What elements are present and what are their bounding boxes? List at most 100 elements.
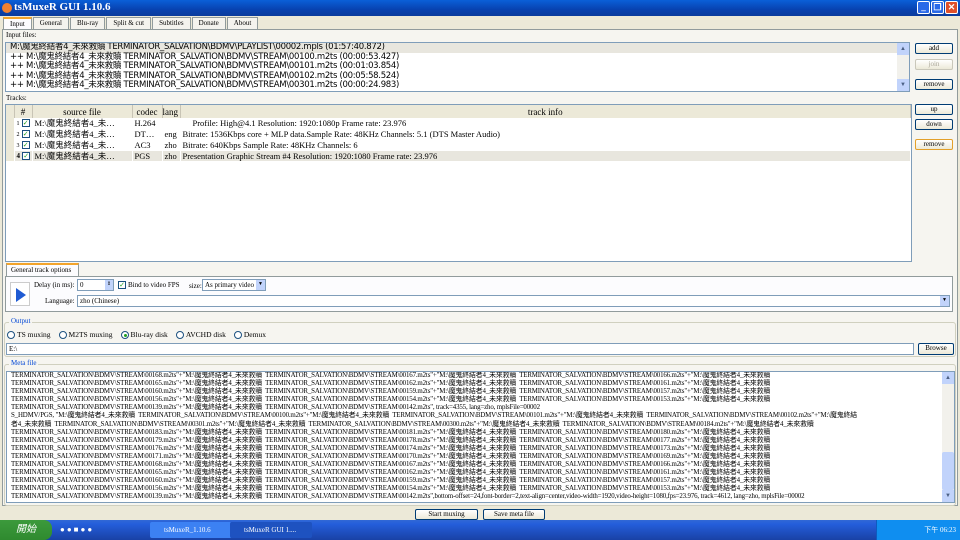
quick-launch-icons[interactable]: ●●■●●: [60, 525, 94, 534]
taskbar: 開始 ●●■●● tsMuxeR_1.10.6 tsMuxeR GUI 1...…: [0, 520, 960, 540]
scroll-thumb[interactable]: [942, 452, 954, 490]
meta-file-textarea[interactable]: TERMINATOR_SALVATION\BDMV\STREAM\00168.m…: [6, 371, 955, 503]
play-icon: [10, 282, 30, 306]
bind-fps-checkbox[interactable]: ✓: [118, 281, 126, 289]
track-number: 3: [16, 143, 20, 149]
track-checkbox[interactable]: ✓: [21, 119, 30, 127]
remove-track-button[interactable]: remove: [915, 139, 953, 150]
tracks-table[interactable]: # source file codec lang track info 1 ✓ M…: [5, 104, 912, 262]
close-button[interactable]: ✕: [945, 1, 958, 14]
minimize-button[interactable]: _: [917, 1, 930, 14]
track-checkbox[interactable]: ✓: [22, 152, 31, 160]
track-codec: DT…: [132, 129, 163, 140]
track-codec: H.264: [132, 118, 163, 129]
col-number[interactable]: #: [14, 105, 33, 118]
chevron-down-icon[interactable]: ▼: [256, 280, 265, 290]
taskbar-item-folder[interactable]: tsMuxeR_1.10.6: [150, 522, 232, 538]
meta-file-group: Meta file TERMINATOR_SALVATION\BDMV\STRE…: [4, 359, 956, 506]
meta-file-title: Meta file: [9, 359, 39, 367]
main-tabs: Input General Blu-ray Split & cut Subtit…: [3, 17, 259, 29]
output-path-input[interactable]: E:\: [6, 343, 914, 355]
scroll-up-icon[interactable]: ▲: [942, 372, 954, 384]
track-info: Presentation Graphic Stream #4 Resolutio…: [180, 151, 911, 161]
spinner-arrows-icon[interactable]: ⇕: [105, 280, 113, 290]
meta-line: TERMINATOR_SALVATION\BDMV\STREAM\00165.m…: [11, 469, 771, 477]
track-source: M:\魔鬼終結者4_未…: [32, 129, 133, 140]
up-button[interactable]: up: [915, 104, 953, 115]
tab-bluray[interactable]: Blu-ray: [69, 17, 106, 29]
size-value: As primary video: [205, 281, 254, 289]
meta-line: TERMINATOR_SALVATION\BDMV\STREAM\00139.m…: [11, 493, 805, 501]
radio-demux[interactable]: [233, 331, 242, 340]
radio-ts-muxing[interactable]: [7, 331, 15, 340]
track-codec: AC3: [132, 140, 163, 151]
meta-line: S_HDMV/PGS, "M:\魔鬼終結者4_未來救贖 TERMINATOR_S…: [11, 412, 857, 420]
down-button[interactable]: down: [915, 119, 953, 130]
tab-donate[interactable]: Donate: [191, 17, 226, 29]
tab-split-cut[interactable]: Split & cut: [106, 17, 152, 29]
track-lang: zho: [162, 140, 181, 151]
language-select[interactable]: zho (Chinese) ▼: [77, 295, 950, 307]
track-number: 2: [16, 132, 20, 138]
demux-label: Demux: [243, 330, 266, 339]
meta-scrollbar[interactable]: ▲ ▼: [942, 372, 954, 502]
col-source-file[interactable]: source file: [32, 105, 133, 118]
m2ts-muxing-label: M2TS muxing: [68, 330, 113, 339]
track-info: Profile: High@4.1 Resolution: 1920:1080p…: [180, 118, 911, 129]
track-row[interactable]: 2 ✓ M:\魔鬼終結者4_未… DT… eng Bitrate: 1536Kbps c…: [6, 129, 911, 140]
track-checkbox[interactable]: ✓: [21, 130, 30, 138]
col-codec[interactable]: codec: [132, 105, 163, 118]
tab-general-track-options[interactable]: General track options: [6, 263, 79, 276]
language-label: Language:: [45, 297, 75, 305]
track-row[interactable]: 1 ✓ M:\魔鬼終結者4_未… H.264 Profile: High@4.1 Re…: [6, 118, 911, 129]
remove-file-button[interactable]: remove: [915, 79, 953, 90]
col-lang[interactable]: lang: [162, 105, 181, 118]
scroll-down-icon[interactable]: ▼: [942, 490, 954, 502]
col-track-info[interactable]: track info: [180, 105, 911, 118]
browse-button[interactable]: Browse: [918, 343, 954, 355]
track-row[interactable]: 4 ✓ M:\魔鬼終結者4_未… PGS zho Presentation Graphi…: [6, 151, 911, 161]
system-tray: 下午 06:23: [876, 520, 960, 540]
output-title: Output: [9, 317, 33, 325]
avchd-disk-label: AVCHD disk: [185, 330, 226, 339]
track-checkbox[interactable]: ✓: [21, 141, 30, 149]
output-mode-radios: TS muxing M2TS muxing Blu-ray disk AVCHD…: [7, 330, 272, 340]
size-label: size:: [189, 282, 202, 290]
size-select[interactable]: As primary video ▼: [202, 279, 266, 291]
tracks-label: Tracks:: [6, 94, 27, 102]
tab-input[interactable]: Input: [3, 17, 32, 29]
scroll-down-icon[interactable]: ▼: [897, 79, 909, 91]
tab-subtitles[interactable]: Subtitles: [152, 17, 191, 29]
join-button[interactable]: join: [915, 59, 953, 70]
meta-line: TERMINATOR_SALVATION\BDMV\STREAM\00168.m…: [11, 461, 771, 469]
tab-about[interactable]: About: [226, 17, 259, 29]
add-button[interactable]: add: [915, 43, 953, 54]
input-file-item[interactable]: ++ M:\魔鬼終結者4_未來救贖 TERMINATOR_SALVATION\B…: [6, 80, 909, 91]
clock: 下午 06:23: [924, 526, 956, 534]
input-files-list[interactable]: M:\魔鬼終結者4_未來救贖 TERMINATOR_SALVATION\BDMV…: [5, 42, 910, 92]
radio-m2ts-muxing[interactable]: [58, 331, 67, 340]
meta-line: 者4_未來救贖 TERMINATOR_SALVATION\BDMV\STREAM…: [11, 420, 814, 428]
scroll-up-icon[interactable]: ▲: [897, 43, 909, 55]
track-row[interactable]: 3 ✓ M:\魔鬼終結者4_未… AC3 zho Bitrate: 640Kbps Sa…: [6, 140, 911, 151]
tab-general[interactable]: General: [32, 17, 69, 29]
delay-spinner[interactable]: 0 ⇕: [77, 279, 114, 291]
start-muxing-button[interactable]: Start muxing: [415, 509, 478, 520]
track-source: M:\魔鬼終結者4_未…: [32, 140, 133, 151]
output-group: Output TS muxing M2TS muxing Blu-ray dis…: [4, 317, 956, 357]
radio-avchd-disk[interactable]: [175, 331, 184, 340]
maximize-button[interactable]: ❐: [931, 1, 944, 14]
track-lang: [162, 118, 181, 129]
meta-line: TERMINATOR_SALVATION\BDMV\STREAM\00165.m…: [11, 380, 771, 388]
chevron-down-icon[interactable]: ▼: [940, 296, 949, 306]
radio-bluray-disk[interactable]: [120, 331, 129, 340]
save-meta-file-button[interactable]: Save meta file: [483, 509, 545, 520]
start-button[interactable]: 開始: [0, 520, 52, 540]
track-source: M:\魔鬼終結者4_未…: [32, 151, 133, 161]
delay-label: Delay (in ms):: [34, 281, 75, 289]
taskbar-item-tsmuxer[interactable]: tsMuxeR GUI 1....: [230, 522, 312, 538]
track-lang: zho: [162, 151, 181, 161]
title-bar: tsMuxeR GUI 1.10.6 _ ❐ ✕: [0, 0, 960, 16]
input-files-scrollbar[interactable]: ▲ ▼: [897, 43, 909, 91]
track-options-panel: Delay (in ms): 0 ⇕ ✓ Bind to video FPS si…: [5, 276, 953, 312]
